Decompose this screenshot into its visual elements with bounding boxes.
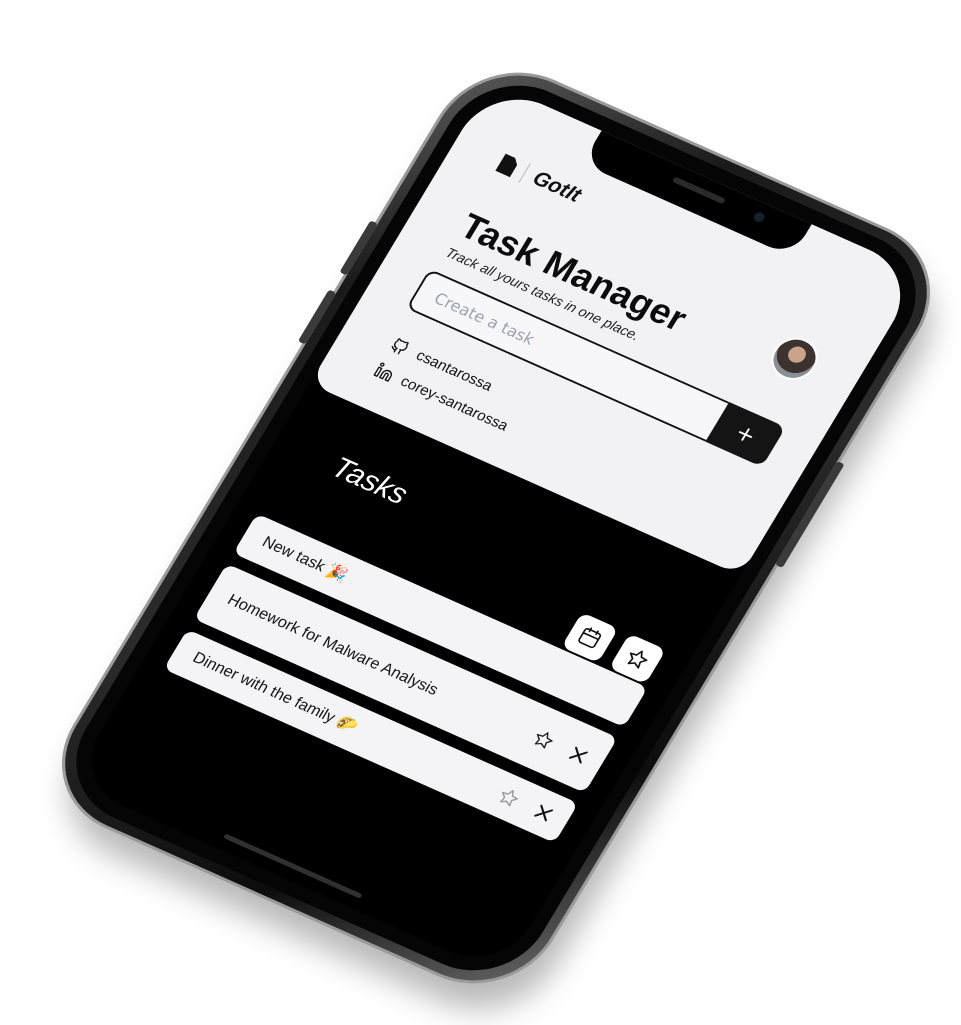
delete-task-button[interactable]: [563, 741, 595, 769]
star-task-button[interactable]: [493, 784, 525, 812]
task-actions: [493, 784, 559, 827]
calendar-icon: [578, 627, 602, 649]
task-list: New task 🎉 Homework for Malware Analysis: [163, 513, 648, 844]
linkedin-icon: [373, 362, 392, 382]
create-task-input[interactable]: [405, 268, 730, 442]
stage: GotIt Task Manager Track all yours tasks…: [0, 0, 961, 1025]
star-outline-icon: [534, 732, 553, 749]
delete-task-button[interactable]: [528, 799, 560, 827]
close-icon: [568, 746, 588, 764]
task-actions: [528, 726, 594, 769]
github-icon: [391, 338, 409, 355]
tasks-heading: Tasks: [325, 451, 414, 512]
brand-name: GotIt: [528, 166, 586, 207]
star-task-button[interactable]: [528, 726, 560, 754]
task-text: New task 🎉: [259, 533, 351, 585]
front-camera: [752, 210, 767, 224]
star-icon: [627, 650, 648, 669]
avatar[interactable]: [763, 330, 827, 387]
document-icon: [495, 154, 520, 178]
brand-divider: [518, 163, 531, 183]
star-outline-icon: [499, 790, 518, 807]
brand[interactable]: GotIt: [494, 152, 585, 208]
phone-device: GotIt Task Manager Track all yours tasks…: [35, 50, 957, 1006]
close-icon: [534, 804, 554, 822]
